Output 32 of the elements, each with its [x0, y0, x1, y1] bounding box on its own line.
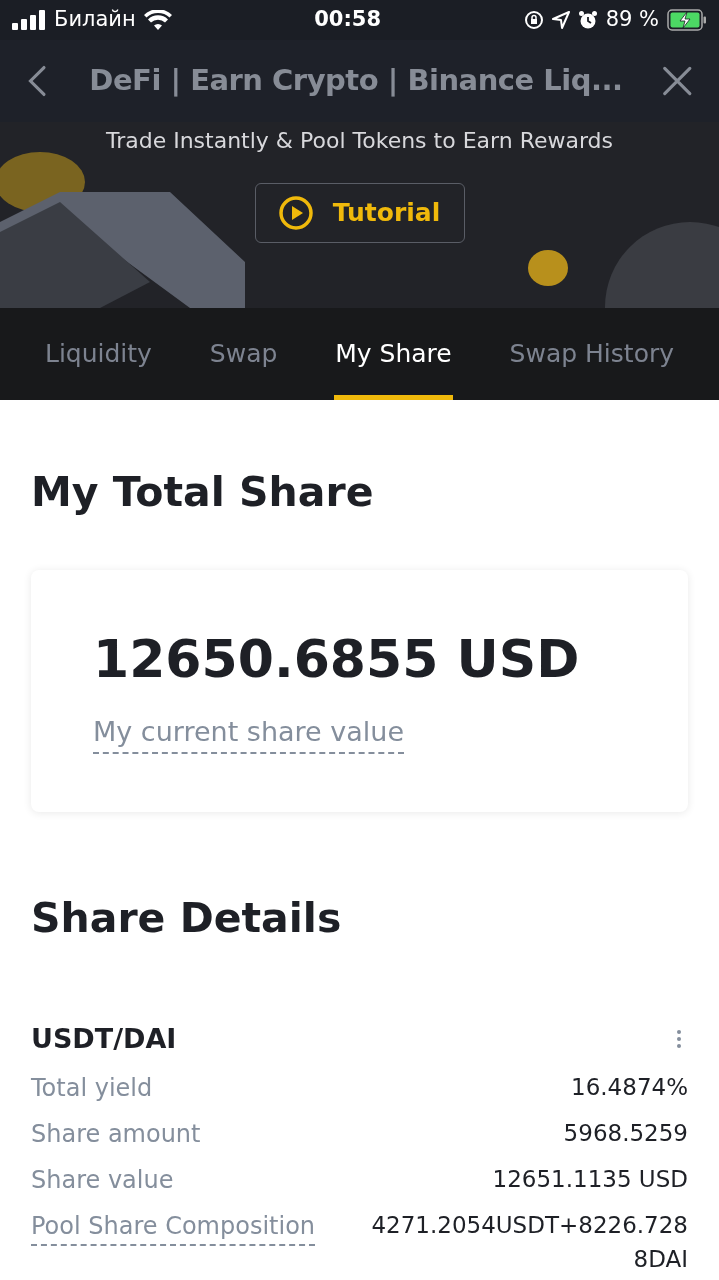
tab[interactable]: Swap — [208, 308, 279, 400]
section-heading: My Total Share — [31, 467, 375, 518]
tab[interactable]: Liquidity — [43, 308, 153, 400]
detail-label: Share amount — [31, 1118, 201, 1150]
alarm-icon — [577, 10, 598, 30]
detail-label: Share value — [31, 1164, 174, 1196]
battery-charging-icon — [667, 9, 707, 31]
tutorial-button[interactable]: Tutorial — [254, 183, 465, 243]
detail-label: Total yield — [31, 1072, 153, 1104]
detail-value: 4271.2054USDT+8226.7288DAI — [370, 1210, 688, 1274]
detail-value: 16.4874% — [571, 1072, 688, 1102]
location-icon — [551, 11, 570, 29]
total-share-value: 12650.6855 USD — [93, 627, 581, 691]
pool-pair: USDT/DAI — [31, 1022, 177, 1056]
battery-percent: 89 % — [605, 6, 659, 34]
play-icon — [278, 196, 313, 230]
signal-icon — [12, 10, 46, 30]
share-value-caption: My current share value — [93, 711, 404, 754]
carrier-name: Билайн — [54, 6, 136, 34]
clock-time: 00:58 — [314, 6, 382, 34]
tab[interactable]: My Share — [334, 308, 453, 400]
detail-value: 12651.1135 USD — [492, 1164, 688, 1194]
detail-value: 5968.5259 — [563, 1118, 688, 1148]
hero-subtitle: Trade Instantly & Pool Tokens to Earn Rewards — [105, 127, 614, 155]
wifi-icon — [143, 10, 172, 30]
close-icon[interactable] — [662, 64, 693, 98]
more-icon[interactable] — [676, 1029, 682, 1050]
section-heading: Share Details — [31, 892, 343, 944]
page-title: DeFi | Earn Crypto | Binance Liq... — [89, 62, 623, 100]
rotation-lock-icon — [523, 10, 544, 30]
tab[interactable]: Swap History — [508, 308, 675, 400]
detail-label: Pool Share Composition — [31, 1207, 316, 1246]
